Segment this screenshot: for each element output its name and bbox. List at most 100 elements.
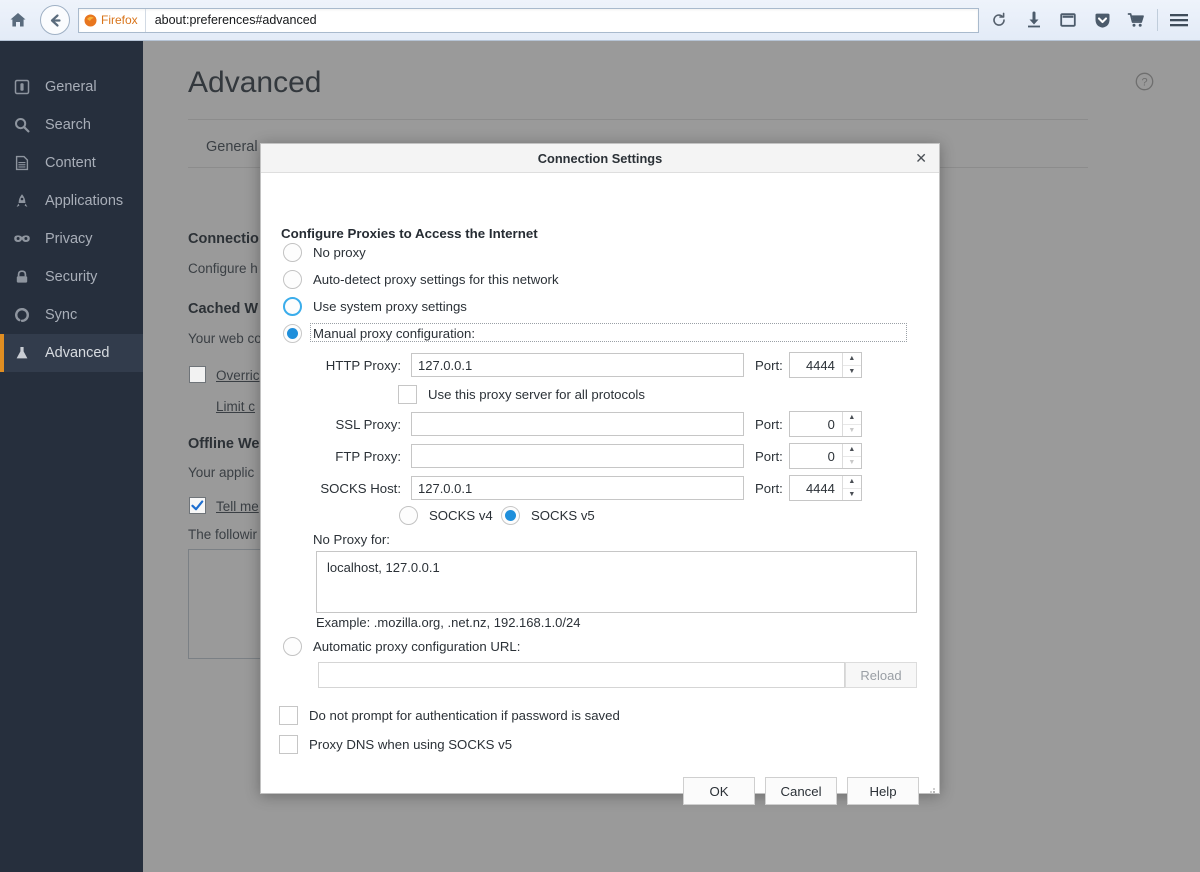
checkbox-row-no-auth-prompt[interactable]: Do not prompt for authentication if pass…	[279, 706, 620, 725]
sidebar-item-privacy[interactable]: Privacy	[0, 220, 143, 258]
checkbox-override-cache[interactable]	[189, 366, 206, 383]
spinner-arrows[interactable]: ▲ ▼	[842, 444, 861, 468]
input-pac-url[interactable]	[318, 662, 845, 688]
port-label-ftp: Port:	[755, 449, 783, 464]
field-row-socks: SOCKS Host: 127.0.0.1 Port: 4444 ▲ ▼	[316, 475, 917, 501]
port-value-ftp[interactable]: 0	[790, 444, 842, 468]
spinner-down-icon: ▼	[843, 424, 861, 437]
url-bar[interactable]: Firefox about:preferences#advanced	[78, 8, 979, 33]
spinner-down-icon[interactable]: ▼	[843, 488, 861, 501]
spinner-up-icon[interactable]: ▲	[843, 444, 861, 456]
label-tell-me: Tell me	[216, 499, 259, 514]
spinbox-socks-port[interactable]: 4444 ▲ ▼	[789, 475, 862, 501]
identity-box[interactable]: Firefox	[79, 9, 146, 32]
pocket-icon[interactable]	[1085, 3, 1119, 37]
spinner-arrows[interactable]: ▲ ▼	[842, 353, 861, 377]
hamburger-menu-icon[interactable]	[1162, 3, 1196, 37]
spinner-down-icon: ▼	[843, 456, 861, 469]
checkbox-indicator	[279, 735, 298, 754]
cancel-button[interactable]: Cancel	[765, 777, 837, 805]
download-icon[interactable]	[1017, 3, 1051, 37]
help-button[interactable]: Help	[847, 777, 919, 805]
title-divider	[188, 119, 1088, 120]
radio-option-system-proxy[interactable]: Use system proxy settings	[283, 297, 467, 316]
no-proxy-textarea[interactable]: localhost, 127.0.0.1	[316, 551, 917, 613]
toolbar-divider	[1157, 9, 1158, 31]
section-heading-cached: Cached W	[188, 301, 258, 317]
sidebar-icon[interactable]	[1051, 3, 1085, 37]
radio-indicator	[283, 637, 302, 656]
radio-option-socks-v4[interactable]: SOCKS v4	[399, 506, 493, 525]
radio-indicator	[501, 506, 520, 525]
sidebar-item-content[interactable]: Content	[0, 144, 143, 182]
spinbox-ftp-port[interactable]: 0 ▲ ▼	[789, 443, 862, 469]
home-icon[interactable]	[0, 0, 36, 41]
spinner-up-icon[interactable]: ▲	[843, 476, 861, 488]
checkbox-indicator	[279, 706, 298, 725]
firefox-logo-icon	[84, 14, 97, 27]
radio-option-manual-proxy[interactable]: Manual proxy configuration:	[283, 324, 475, 343]
field-label-socks: SOCKS Host:	[316, 481, 401, 496]
radio-option-auto-detect[interactable]: Auto-detect proxy settings for this netw…	[283, 270, 559, 289]
label-following-sites: The followir	[188, 527, 257, 542]
radio-indicator	[283, 324, 302, 343]
sidebar-item-general[interactable]: General	[0, 68, 143, 106]
port-value-http[interactable]: 4444	[790, 353, 842, 377]
reload-pac-button[interactable]: Reload	[845, 662, 917, 688]
advanced-flask-icon	[12, 343, 32, 363]
checkbox-tell-me[interactable]	[189, 497, 206, 514]
sidebar-item-applications[interactable]: Applications	[0, 182, 143, 220]
section-heading-offline: Offline We	[188, 436, 259, 452]
input-socks-host[interactable]: 127.0.0.1	[411, 476, 744, 500]
radio-option-no-proxy[interactable]: No proxy	[283, 243, 366, 262]
field-row-ftp: FTP Proxy: Port: 0 ▲ ▼	[316, 443, 917, 469]
field-label-ssl: SSL Proxy:	[316, 417, 401, 432]
spinbox-ssl-port[interactable]: 0 ▲ ▼	[789, 411, 862, 437]
content-icon	[12, 153, 32, 173]
connection-settings-dialog: Connection Settings ✕ Configure Proxies …	[260, 143, 940, 794]
sidebar-item-security[interactable]: Security	[0, 258, 143, 296]
input-http-proxy[interactable]: 127.0.0.1	[411, 353, 744, 377]
spinbox-http-port[interactable]: 4444 ▲ ▼	[789, 352, 862, 378]
radio-option-socks-v5[interactable]: SOCKS v5	[501, 506, 595, 525]
spinner-arrows[interactable]: ▲ ▼	[842, 412, 861, 436]
resize-grip-icon[interactable]	[926, 781, 936, 791]
sidebar-item-search[interactable]: Search	[0, 106, 143, 144]
spinner-down-icon[interactable]: ▼	[843, 365, 861, 378]
field-row-http: HTTP Proxy: 127.0.0.1 Port: 4444 ▲ ▼	[316, 352, 917, 378]
field-label-http: HTTP Proxy:	[316, 358, 401, 373]
back-arrow-icon[interactable]	[40, 5, 70, 35]
checkbox-row-proxy-dns[interactable]: Proxy DNS when using SOCKS v5	[279, 735, 512, 754]
field-row-ssl: SSL Proxy: Port: 0 ▲ ▼	[316, 411, 917, 437]
input-ssl-proxy[interactable]	[411, 412, 744, 436]
close-icon[interactable]: ✕	[911, 149, 931, 167]
svg-text:?: ?	[1141, 77, 1147, 89]
reload-icon[interactable]	[985, 8, 1013, 33]
checkbox-label: Do not prompt for authentication if pass…	[309, 708, 620, 723]
radio-label: Manual proxy configuration:	[313, 326, 475, 341]
port-value-ssl[interactable]: 0	[790, 412, 842, 436]
checkbox-row-all-protocols[interactable]: Use this proxy server for all protocols	[398, 385, 645, 404]
input-ftp-proxy[interactable]	[411, 444, 744, 468]
checkbox-label: Proxy DNS when using SOCKS v5	[309, 737, 512, 752]
spinner-arrows[interactable]: ▲ ▼	[842, 476, 861, 500]
section-body-connection: Configure h	[188, 261, 258, 276]
url-text[interactable]: about:preferences#advanced	[146, 13, 317, 27]
label-limit-cache: Limit c	[216, 399, 255, 414]
help-question-icon[interactable]: ?	[1135, 72, 1154, 96]
cart-icon[interactable]	[1119, 3, 1153, 37]
security-lock-icon	[12, 267, 32, 287]
sidebar-item-advanced[interactable]: Advanced	[0, 334, 143, 372]
dialog-title: Connection Settings	[538, 151, 662, 166]
port-value-socks[interactable]: 4444	[790, 476, 842, 500]
ok-button[interactable]: OK	[683, 777, 755, 805]
dialog-titlebar: Connection Settings ✕	[261, 144, 939, 173]
sidebar-item-sync[interactable]: Sync	[0, 296, 143, 334]
page-title: Advanced	[188, 66, 321, 100]
spinner-up-icon[interactable]: ▲	[843, 353, 861, 365]
sidebar-item-label: Security	[45, 269, 97, 285]
spinner-up-icon[interactable]: ▲	[843, 412, 861, 424]
radio-label: No proxy	[313, 245, 366, 260]
radio-option-pac-url[interactable]: Automatic proxy configuration URL:	[283, 637, 520, 656]
sidebar-item-label: General	[45, 79, 97, 95]
